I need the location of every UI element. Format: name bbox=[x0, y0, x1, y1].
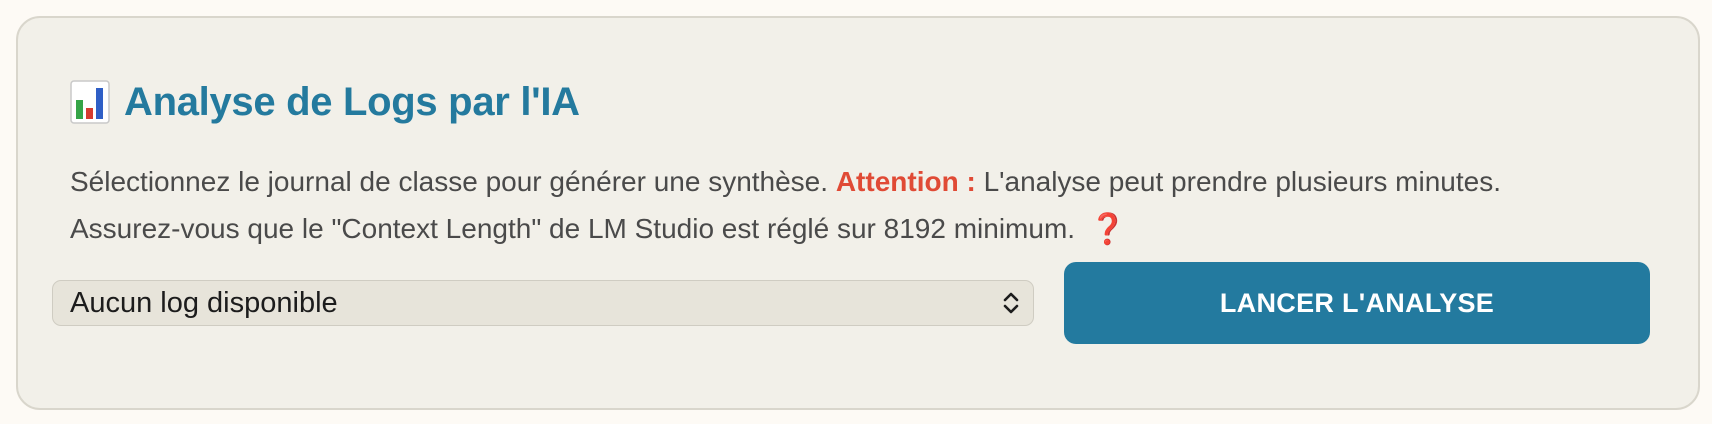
description-line-1: Sélectionnez le journal de classe pour g… bbox=[70, 158, 1660, 205]
description-intro: Sélectionnez le journal de classe pour g… bbox=[70, 166, 836, 197]
chevron-up-down-icon bbox=[1003, 292, 1019, 314]
run-analysis-button[interactable]: LANCER L'ANALYSE bbox=[1064, 262, 1650, 344]
log-select-value: Aucun log disponible bbox=[70, 286, 338, 319]
bar-chart-icon bbox=[70, 80, 110, 124]
panel-title: Analyse de Logs par l'IA bbox=[124, 79, 580, 124]
log-analysis-panel: Analyse de Logs par l'IA Sélectionnez le… bbox=[16, 16, 1700, 410]
log-select[interactable]: Aucun log disponible bbox=[52, 280, 1034, 326]
description-warning-text: L'analyse peut prendre plusieurs minutes… bbox=[975, 166, 1502, 197]
description-line-2: Assurez-vous que le "Context Length" de … bbox=[70, 205, 1660, 253]
panel-description: Sélectionnez le journal de classe pour g… bbox=[70, 158, 1660, 253]
panel-header: Analyse de Logs par l'IA bbox=[70, 76, 580, 128]
warning-label: Attention : bbox=[835, 166, 976, 197]
help-icon[interactable]: ❓ bbox=[1089, 206, 1126, 253]
context-length-note: Assurez-vous que le "Context Length" de … bbox=[70, 213, 1076, 244]
